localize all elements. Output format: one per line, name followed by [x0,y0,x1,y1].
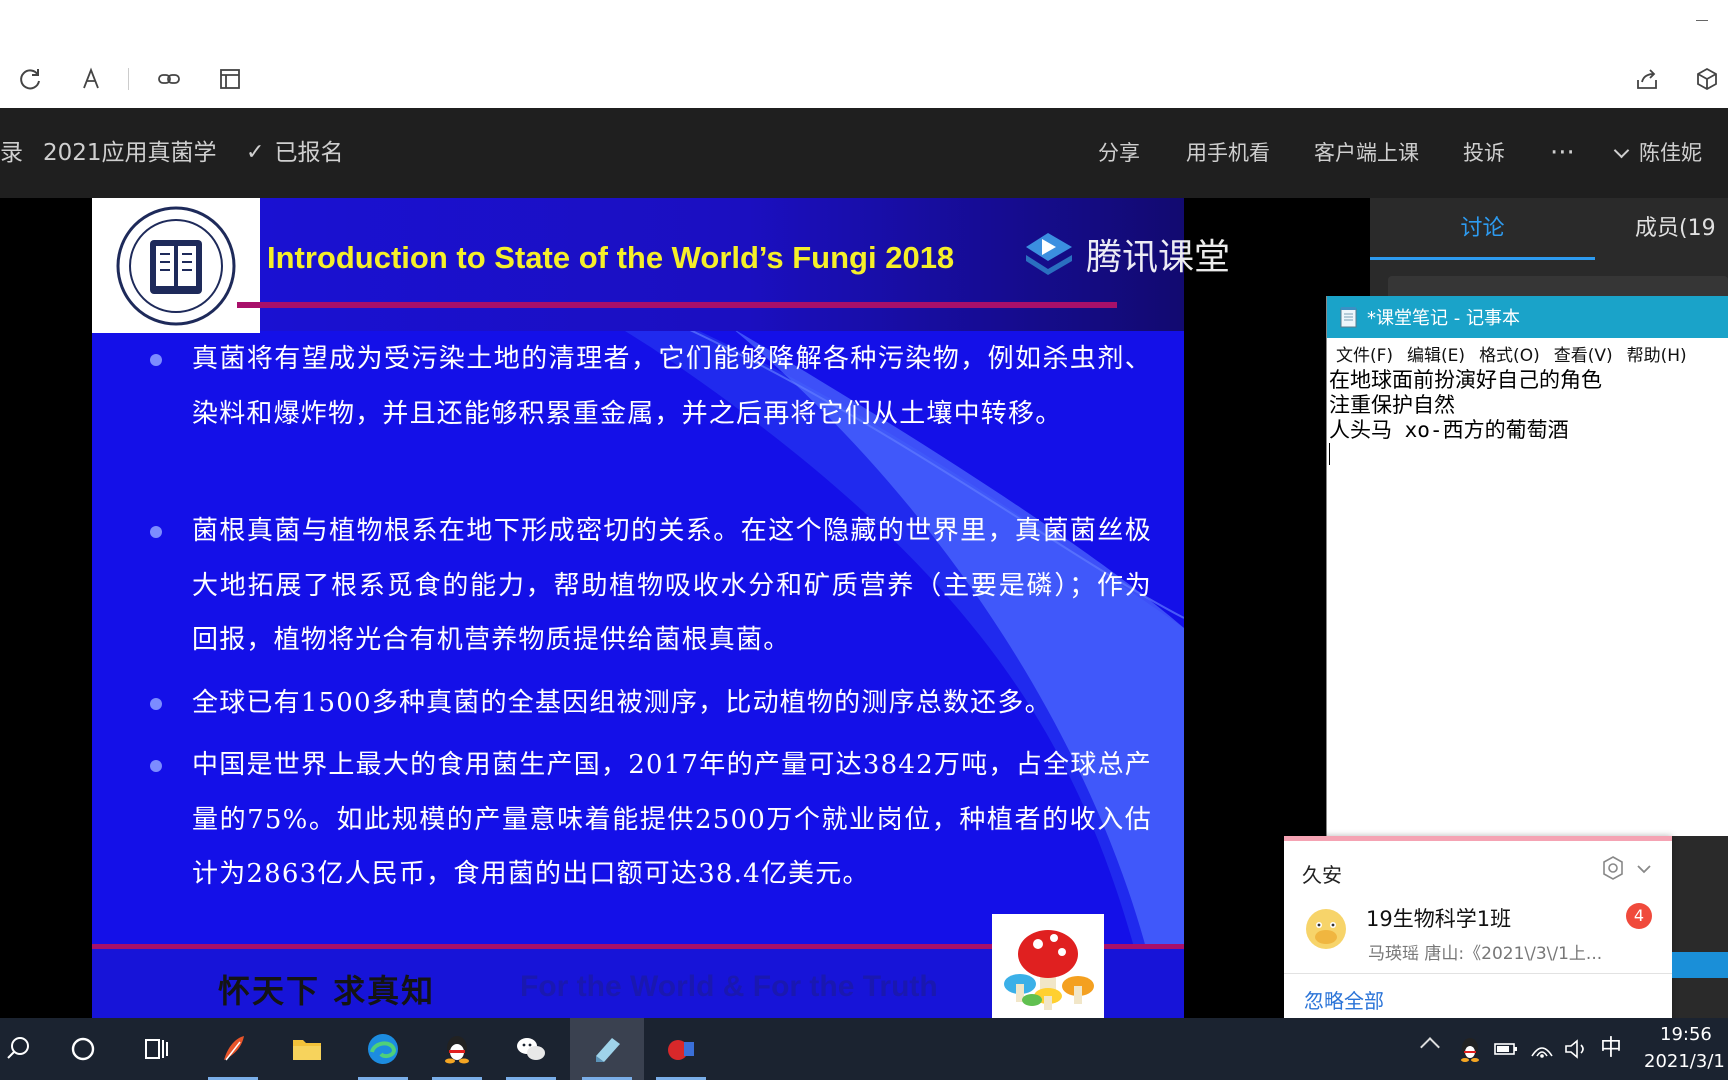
qq-notification-popup[interactable]: 久安 19生物科学1班 4 马瑛瑶 唐山:《2021\/3\/1上... 忽略全… [1284,836,1672,1024]
enroll-status: ✓ 已报名 [246,108,343,198]
slide-title: Introduction to State of the World’s Fun… [267,240,955,275]
divider [1284,973,1672,974]
tencent-classroom-icon[interactable] [644,1018,718,1080]
client-class-button[interactable]: 客户端上课 [1314,108,1419,198]
task-view-icon[interactable] [118,1018,192,1080]
taskbar: 中 19:56 2021/3/1 [0,1018,1728,1080]
slide-bullet-text: 菌根真菌与植物根系在地下形成密切的关系。在这个隐藏的世界里，真菌菌丝极大地拓展了… [192,516,1152,655]
ignore-all-button[interactable]: 忽略全部 [1304,985,1384,1014]
watermark-text: 腾讯课堂 [1086,237,1231,278]
tencent-classroom-logo-icon [1026,233,1072,275]
wifi-icon[interactable] [1528,1034,1556,1064]
clock-date[interactable]: 2021/3/1 [1644,1051,1725,1072]
link-icon[interactable] [152,62,186,96]
bullet-dot-icon [150,526,162,538]
university-logo [92,198,260,333]
menu-help[interactable]: 帮助(H) [1627,341,1687,366]
slide-bullet-text: 中国是世界上最大的食用菌生产国，2017年的产量可达3842万吨，占全球总产量的… [192,750,1152,889]
tab-members[interactable]: 成员(19 [1595,198,1728,260]
tencent-classroom-watermark: 腾讯课堂 [1020,224,1350,284]
edge-icon[interactable] [346,1018,420,1080]
qq-tray-icon[interactable] [1456,1034,1484,1064]
notepad-text-area[interactable]: 在地球面前扮演好自己的角色 注重保护自然 人头马 xo-西方的葡萄酒 [1329,368,1727,443]
course-title[interactable]: 2021应用真菌学 [43,108,217,198]
avatar [1306,909,1346,949]
chevron-up-icon[interactable] [1420,1037,1440,1057]
battery-icon[interactable] [1492,1034,1520,1064]
menu-edit[interactable]: 编辑(E) [1407,341,1465,366]
clock-time[interactable]: 19:56 [1660,1024,1712,1045]
enroll-status-label: 已报名 [274,140,344,166]
minimize-button[interactable] [1688,8,1718,32]
cortana-icon[interactable] [46,1018,120,1080]
3d-box-icon[interactable] [1690,62,1724,96]
refresh-icon[interactable] [13,62,47,96]
text-cursor [1329,443,1330,465]
chat-group-name[interactable]: 19生物科学1班 [1366,903,1511,933]
notepad-menubar: 文件(F) 编辑(E) 格式(O) 查看(V) 帮助(H) [1327,338,1728,368]
user-menu[interactable]: 陈佳妮 [1613,108,1702,198]
slide-bullet-text: 全球已有1500多种真菌的全基因组被测序，比动植物的测序总数还多。 [192,688,1052,718]
panel-send-button-edge[interactable] [1672,952,1728,978]
notepad-icon [1340,307,1357,328]
browser-toolbar [0,0,1728,108]
check-icon: ✓ [246,140,265,165]
chevron-down-icon[interactable] [1634,859,1654,879]
bullet-dot-icon [150,760,162,772]
share-button[interactable]: 分享 [1098,108,1140,198]
notepad-window[interactable]: *课堂笔记 - 记事本 文件(F) 编辑(E) 格式(O) 查看(V) 帮助(H… [1326,296,1728,836]
slide-bullet-text: 真菌将有望成为受污染土地的清理者，它们能够降解各种污染物，例如杀虫剂、染料和爆炸… [192,344,1152,429]
notepad-icon[interactable] [570,1018,644,1080]
more-button[interactable]: ··· [1550,108,1575,198]
qq-account-name: 久安 [1302,863,1342,887]
input-method-indicator[interactable]: 中 [1600,1018,1622,1080]
slide-title-rule [237,302,1117,308]
menu-format[interactable]: 格式(O) [1479,341,1540,366]
font-icon[interactable] [74,62,108,96]
report-button[interactable]: 投诉 [1463,108,1505,198]
course-list-link[interactable]: 录 [0,108,23,198]
menu-file[interactable]: 文件(F) [1336,341,1393,366]
unread-badge: 4 [1626,903,1652,929]
video-player[interactable]: Introduction to State of the World’s Fun… [0,198,1370,1018]
settings-icon[interactable] [1600,855,1626,881]
bullet-dot-icon [150,698,162,710]
slide-motto-en: For the World & For the Truth [520,970,938,1003]
mushroom-image [992,914,1104,1018]
course-header: 录 2021应用真菌学 ✓ 已报名 分享 用手机看 客户端上课 投诉 ··· 陈… [0,108,1728,198]
notepad-titlebar[interactable]: *课堂笔记 - 记事本 [1327,296,1728,338]
slide: Introduction to State of the World’s Fun… [92,198,1184,1018]
menu-view[interactable]: 查看(V) [1554,341,1613,366]
tab-discussion[interactable]: 讨论 [1370,198,1595,260]
wechat-icon[interactable] [494,1018,568,1080]
chevron-down-icon [1613,142,1630,158]
file-explorer-icon[interactable] [270,1018,344,1080]
slide-motto-cn: 怀天下 求真知 [218,972,436,1010]
share-icon[interactable] [1630,62,1664,96]
notepad-title: *课堂笔记 - 记事本 [1367,308,1520,329]
bullet-dot-icon [150,354,162,366]
volume-icon[interactable] [1562,1034,1590,1064]
message-preview: 马瑛瑶 唐山:《2021\/3\/1上... [1368,944,1603,964]
watch-on-phone-button[interactable]: 用手机看 [1186,108,1270,198]
feather-app-icon[interactable] [196,1018,270,1080]
toolbar-divider [128,68,129,90]
reader-icon[interactable] [213,62,247,96]
user-name: 陈佳妮 [1639,141,1702,165]
qq-icon[interactable] [420,1018,494,1080]
